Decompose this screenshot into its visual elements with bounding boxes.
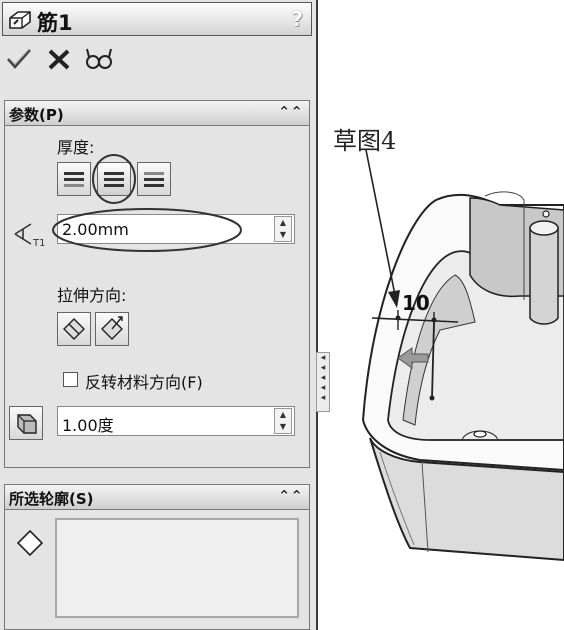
profiles-group-header[interactable]: 所选轮廓(S) ⌃⌃ [4, 484, 310, 510]
svg-text:T1: T1 [32, 238, 45, 248]
draft-toggle-button[interactable] [9, 406, 43, 440]
thickness-spinner[interactable]: ▲ ▼ [274, 216, 292, 242]
title-bar: 筋1 ? [2, 2, 312, 36]
parallel-direction-icon [63, 318, 85, 340]
thickness-label: 厚度: [57, 138, 95, 157]
draft-icon [17, 414, 37, 434]
collapse-chevron-icon[interactable]: ⌃⌃ [278, 487, 303, 505]
flip-material-label: 反转材料方向(F) [85, 373, 203, 392]
rib-dimension-label[interactable]: 10 [402, 291, 430, 315]
model-viewport[interactable]: 10 [320, 0, 564, 630]
profiles-header-label: 所选轮廓(S) [9, 490, 94, 508]
draft-angle-spinner[interactable]: ▲ ▼ [274, 408, 292, 434]
thickness-dimension-icon: T1 [14, 223, 45, 248]
profiles-group-body [4, 510, 310, 630]
property-manager: 筋1 ? 参数(P) ⌃⌃ 厚度: T1 2.00mm ▲ ▼ 拉伸方向: 反转… [0, 0, 318, 630]
ok-check-icon[interactable] [4, 44, 34, 74]
feature-title: 筋1 [37, 11, 73, 35]
normal-to-sketch-button[interactable] [95, 312, 129, 346]
params-group-header[interactable]: 参数(P) ⌃⌃ [4, 100, 310, 126]
parallel-to-sketch-button[interactable] [57, 312, 91, 346]
flip-material-checkbox[interactable] [63, 372, 78, 387]
sketch-callout-label: 草图4 [333, 127, 397, 155]
draft-angle-input[interactable]: 1.00度 ▲ ▼ [57, 406, 295, 436]
highlight-ellipse [52, 208, 242, 252]
params-header-label: 参数(P) [9, 106, 64, 124]
profile-diamond-icon [16, 529, 44, 557]
help-icon[interactable]: ? [291, 7, 303, 31]
highlight-circle [92, 154, 136, 204]
detail-preview-icon[interactable] [84, 44, 114, 74]
normal-direction-icon [101, 316, 123, 340]
draft-angle-value: 1.00度 [62, 416, 114, 435]
extrude-direction-label: 拉伸方向: [57, 286, 127, 305]
rib-feature-icon [9, 11, 31, 29]
collapse-chevron-icon[interactable]: ⌃⌃ [278, 103, 303, 121]
thickness-first-side-button[interactable] [57, 162, 91, 196]
cancel-x-icon[interactable] [44, 44, 74, 74]
selected-profiles-list[interactable] [55, 518, 299, 618]
params-group-body: 厚度: T1 2.00mm ▲ ▼ 拉伸方向: 反转材料方向(F) 1.00度 … [4, 126, 310, 468]
